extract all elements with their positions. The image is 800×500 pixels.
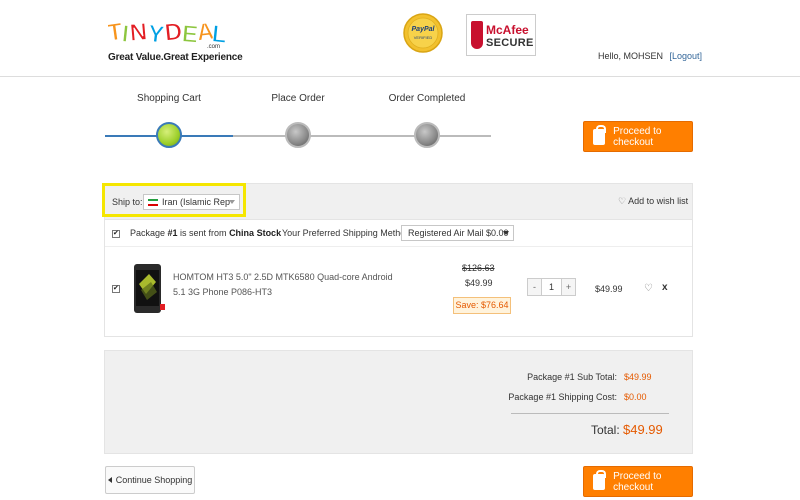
quantity-increase-button[interactable]: + [562,279,575,295]
product-name-link[interactable]: HOMTOM HT3 5.0" 2.5D MTK6580 Quad-core A… [173,270,393,300]
svg-text:N: N [129,18,149,46]
package-divider [105,246,692,247]
chevron-down-icon [229,200,235,204]
package-prefix: Package [130,228,168,238]
mcafee-secure-badge: McAfee SECURE [466,14,536,56]
logo-letters-icon: T I N Y D E A L [108,17,226,48]
paypal-verified-icon: PayPal VERIFIED [403,13,443,53]
proceed-to-checkout-button-top[interactable]: Proceed to checkout [583,121,693,152]
chevron-down-icon [503,231,509,235]
wishlist-label: Add to wish list [628,196,689,206]
ship-to-label: Ship to: [112,197,143,207]
logo-tagline: Great Value.Great Experience [108,52,243,63]
quantity-decrease-button[interactable]: - [528,279,541,295]
package-checkbox[interactable] [112,229,120,238]
package-stock: China Stock [229,228,282,238]
package-number: #1 [167,228,178,238]
shipping-method-label: Your Preferred Shipping Method [282,228,411,238]
svg-text:PayPal: PayPal [412,26,436,33]
totals-divider [511,413,669,414]
product-thumbnail[interactable] [133,264,165,314]
checkout-label: Proceed to checkout [613,125,662,148]
subtotal-label: Package #1 Sub Total: [527,372,617,382]
logo-domain: .com [207,44,221,50]
greeting-text: Hello, MOHSEN [598,51,664,61]
subtotal-value: $49.99 [624,372,652,382]
add-to-wishlist-link[interactable]: ♡ Add to wish list [618,196,688,207]
continue-label: Continue Shopping [115,475,193,485]
shipping-cost-label: Package #1 Shipping Cost: [508,392,617,402]
item-checkbox[interactable] [112,284,120,293]
country-value: Iran (Islamic Rep [162,197,231,207]
total-label: Total: [591,423,620,437]
savings-badge: Save: $76.64 [453,297,511,314]
svg-text:Y: Y [146,20,165,48]
sale-price: $49.99 [465,278,493,288]
total-value: $49.99 [623,422,663,437]
step-place-order-dot [285,122,311,148]
svg-text:VERIFIED: VERIFIED [414,35,433,40]
package-mid: is sent from [177,228,230,238]
heart-icon[interactable]: ♡ [644,283,653,294]
step-shopping-cart-label: Shopping Cart [137,93,201,104]
user-greeting: Hello, MOHSEN [Logout] [598,51,702,61]
shipping-method-value: Registered Air Mail $0.00 [408,228,509,238]
package-source-text: Package #1 is sent from China Stock [130,228,281,238]
quantity-input[interactable]: 1 [541,279,562,295]
heart-icon: ♡ [618,196,627,206]
remove-item-button[interactable]: x [662,282,668,293]
mcafee-secure-label: SECURE [486,37,534,49]
iran-flag-icon [148,199,158,206]
step-order-completed-dot [414,122,440,148]
arrow-left-icon [107,477,112,483]
item-line-total: $49.99 [595,284,623,294]
shipping-cost-value: $0.00 [624,392,647,402]
shipping-method-select[interactable]: Registered Air Mail $0.00 [401,225,514,241]
original-price: $126.63 [462,263,495,273]
header-divider [0,76,800,77]
continue-shopping-button[interactable]: Continue Shopping [105,466,195,494]
shopping-bag-icon [593,124,607,145]
progress-line-pending [233,135,491,137]
order-totals-panel [104,350,693,454]
checkout-label: Proceed to checkout [613,470,662,493]
quantity-stepper: - 1 + [527,278,576,296]
step-shopping-cart-dot [156,122,182,148]
mcafee-label: McAfee [486,23,529,37]
step-place-order-label: Place Order [271,93,325,104]
mcafee-shield-icon [471,21,483,49]
shopping-bag-icon [593,469,607,490]
country-select[interactable]: Iran (Islamic Rep [143,194,240,210]
logout-link[interactable]: [Logout] [670,51,703,61]
step-order-completed-label: Order Completed [388,93,466,104]
proceed-to-checkout-button-bottom[interactable]: Proceed to checkout [583,466,693,497]
tinydeal-logo[interactable]: T I N Y D E A L .com Great Value.Great E… [108,12,243,64]
